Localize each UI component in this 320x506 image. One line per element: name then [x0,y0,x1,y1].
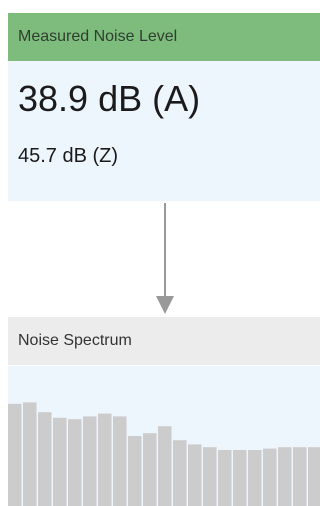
spectrum-bar [128,436,142,506]
measured-noise-level-header: Measured Noise Level [8,13,320,61]
spectrum-bar [38,412,52,506]
spectrum-bar [83,416,97,506]
noise-spectrum-title: Noise Spectrum [18,332,132,349]
spectrum-bar [188,444,202,506]
measured-noise-level-panel: 38.9 dB (A) 45.7 dB (Z) [8,61,320,201]
spectrum-bar [53,417,67,506]
spectrum-bar [158,426,172,506]
arrow-head [156,296,174,314]
spectrum-bar [248,450,262,506]
spectrum-bar [218,450,232,506]
noise-spectrum-chart [8,402,320,506]
measured-noise-level-title: Measured Noise Level [18,28,178,45]
spectrum-bar [68,419,82,506]
dbz-value: 45.7 dB (Z) [18,145,119,167]
spectrum-bar [98,413,112,506]
spectrum-bar [113,416,127,506]
spectrum-bar [278,447,292,506]
noise-spectrum-panel [8,366,320,506]
spectrum-bar [293,447,307,506]
dba-value: 38.9 dB (A) [18,78,201,119]
spectrum-bar [143,433,157,506]
spectrum-bar [8,403,22,506]
noise-spectrum-header: Noise Spectrum [8,317,320,365]
spectrum-bar [23,402,37,506]
spectrum-bar [173,440,187,506]
spectrum-bar [203,447,217,506]
spectrum-bar [233,450,247,506]
spectrum-bar [308,447,320,506]
spectrum-bar [263,448,277,506]
arrow-down-icon [156,203,174,314]
